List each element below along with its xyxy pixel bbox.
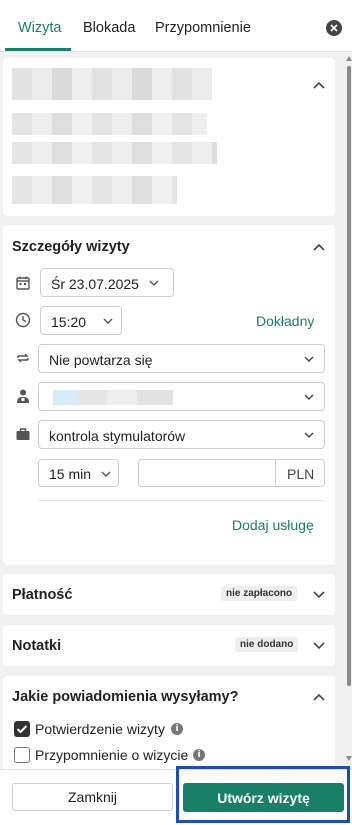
reminder-checkbox[interactable] [14, 747, 30, 763]
price-input[interactable]: PLN [138, 459, 325, 487]
notifications-card: Jakie powiadomienia wysyłamy? Potwierdze… [3, 676, 335, 769]
info-icon[interactable]: i [171, 723, 183, 735]
redacted-patient-info [12, 113, 207, 135]
exact-time-link[interactable]: Dokładny [256, 313, 314, 329]
date-value: Śr 23.07.2025 [51, 276, 139, 292]
tab-visit[interactable]: Wizyta [18, 20, 62, 36]
notes-card[interactable]: Notatki nie dodano [3, 625, 335, 666]
visit-details-card: Szczegóły wizyty Śr 23.07.2025 15:20 Dok… [3, 225, 335, 565]
confirmation-checkbox[interactable] [14, 721, 30, 737]
info-icon[interactable]: i [193, 749, 205, 761]
tab-block[interactable]: Blokada [83, 20, 135, 36]
redacted-doctor-name [53, 390, 173, 405]
chevron-down-icon [149, 280, 159, 286]
confirmation-label[interactable]: Potwierdzenie wizyty [35, 721, 165, 737]
tab-reminder[interactable]: Przypomnienie [155, 20, 251, 36]
payment-status-badge: nie zapłacono [221, 586, 298, 601]
close-icon[interactable] [326, 20, 342, 36]
date-picker[interactable]: Śr 23.07.2025 [40, 268, 174, 297]
doctor-icon [17, 389, 29, 403]
time-picker[interactable]: 15:20 [40, 306, 122, 335]
chevron-down-icon [304, 394, 314, 400]
briefcase-icon [16, 428, 30, 440]
add-service-link[interactable]: Dodaj usługę [232, 517, 314, 533]
redacted-patient-info [12, 142, 217, 164]
scrollbar-thumb[interactable] [347, 66, 351, 686]
price-divider [275, 460, 276, 486]
service-select[interactable]: kontrola stymulatorów [38, 420, 325, 449]
scroll-up-icon[interactable] [346, 56, 352, 61]
chevron-up-icon[interactable] [312, 692, 326, 702]
currency-label: PLN [287, 466, 315, 482]
create-visit-button[interactable]: Utwórz wizytę [183, 783, 344, 812]
chevron-up-icon[interactable] [312, 242, 326, 252]
divider [38, 500, 325, 501]
doctor-select[interactable] [38, 382, 325, 411]
service-value: kontrola stymulatorów [49, 428, 186, 444]
patient-card [3, 58, 335, 216]
notifications-title: Jakie powiadomienia wysyłamy? [12, 689, 239, 705]
notes-status-badge: nie dodano [235, 637, 299, 652]
redacted-patient-name [12, 68, 212, 100]
duration-select[interactable]: 15 min [38, 459, 119, 487]
close-button[interactable]: Zamknij [12, 783, 173, 811]
tab-bar: Wizyta Blokada Przypomnienie [0, 0, 352, 52]
chevron-down-icon [304, 356, 314, 362]
chevron-up-icon[interactable] [312, 80, 326, 90]
repeat-icon [17, 353, 29, 363]
chevron-down-icon[interactable] [312, 589, 326, 599]
reminder-label[interactable]: Przypomnienie o wizycie [35, 747, 188, 763]
chevron-down-icon [101, 471, 111, 477]
repeat-select[interactable]: Nie powtarza się [38, 344, 325, 373]
payment-title: Płatność [12, 587, 73, 603]
duration-value: 15 min [49, 466, 92, 482]
check-icon [16, 725, 28, 734]
repeat-value: Nie powtarza się [49, 352, 153, 368]
scroll-down-icon[interactable] [346, 756, 352, 761]
chevron-down-icon[interactable] [312, 640, 326, 650]
time-value: 15:20 [51, 314, 87, 330]
visit-details-title: Szczegóły wizyty [12, 239, 130, 255]
chevron-down-icon [103, 318, 113, 324]
payment-card[interactable]: Płatność nie zapłacono [3, 574, 335, 615]
notes-title: Notatki [12, 638, 62, 654]
chevron-down-icon [304, 432, 314, 438]
active-tab-indicator [5, 48, 71, 51]
calendar-icon [16, 276, 30, 290]
redacted-patient-info [12, 176, 177, 204]
clock-icon [15, 312, 31, 328]
